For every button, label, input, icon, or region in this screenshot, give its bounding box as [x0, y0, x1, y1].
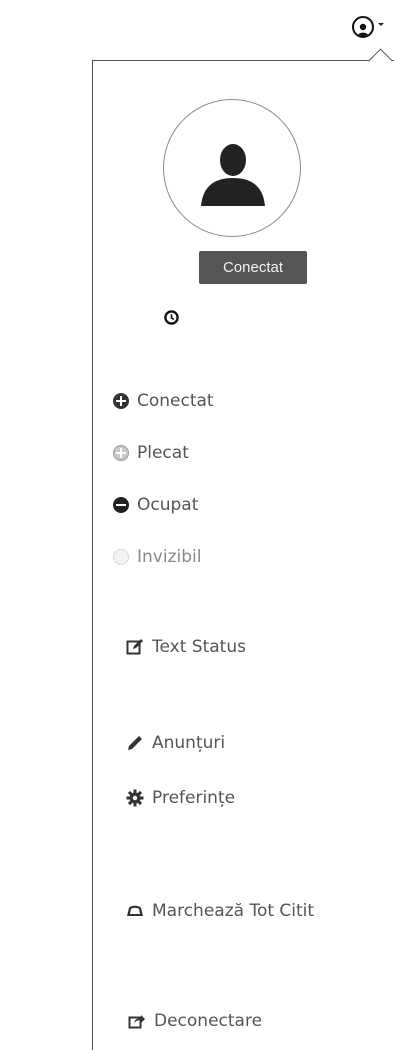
status-option-online[interactable]: Conectat — [113, 391, 214, 411]
dropdown-arrow — [368, 48, 393, 73]
announcements-label: Anunțuri — [152, 733, 226, 753]
status-option-busy[interactable]: Ocupat — [113, 495, 198, 515]
mark-all-read-link[interactable]: Marchează Tot Citit — [126, 901, 314, 921]
user-dropdown-menu: Conectat Conectat Plecat Ocupat Invizibi… — [92, 48, 394, 1050]
plus-circle-icon — [113, 393, 129, 409]
plus-circle-light-icon — [113, 445, 129, 461]
clock-icon[interactable] — [164, 310, 179, 325]
user-silhouette-icon — [201, 144, 265, 206]
user-circle-icon — [352, 16, 374, 38]
edit-square-icon — [126, 639, 143, 655]
status-option-label: Invizibil — [137, 547, 202, 567]
caret-down-icon — [378, 22, 384, 26]
status-option-away[interactable]: Plecat — [113, 443, 189, 463]
pencil-icon — [128, 736, 142, 750]
preferences-link[interactable]: Preferințe — [126, 788, 235, 808]
preferences-label: Preferințe — [152, 788, 236, 808]
mark-all-read-label: Marchează Tot Citit — [152, 901, 315, 921]
dotted-circle-icon — [113, 549, 129, 565]
announcements-link[interactable]: Anunțuri — [126, 733, 225, 753]
minus-circle-icon — [113, 497, 129, 513]
logout-icon — [128, 1015, 145, 1029]
status-option-label: Ocupat — [137, 495, 199, 515]
status-badge: Conectat — [199, 251, 307, 284]
inbox-icon — [127, 905, 143, 916]
status-option-label: Plecat — [137, 443, 189, 463]
gear-icon — [126, 789, 144, 807]
logout-link[interactable]: Deconectare — [128, 1011, 262, 1031]
text-status-label: Text Status — [152, 637, 246, 657]
logout-label: Deconectare — [154, 1011, 263, 1031]
status-option-invisible[interactable]: Invizibil — [113, 547, 201, 567]
user-menu-trigger[interactable] — [352, 16, 384, 38]
status-option-label: Conectat — [137, 391, 214, 411]
text-status-link[interactable]: Text Status — [126, 637, 246, 657]
avatar[interactable] — [163, 99, 301, 237]
